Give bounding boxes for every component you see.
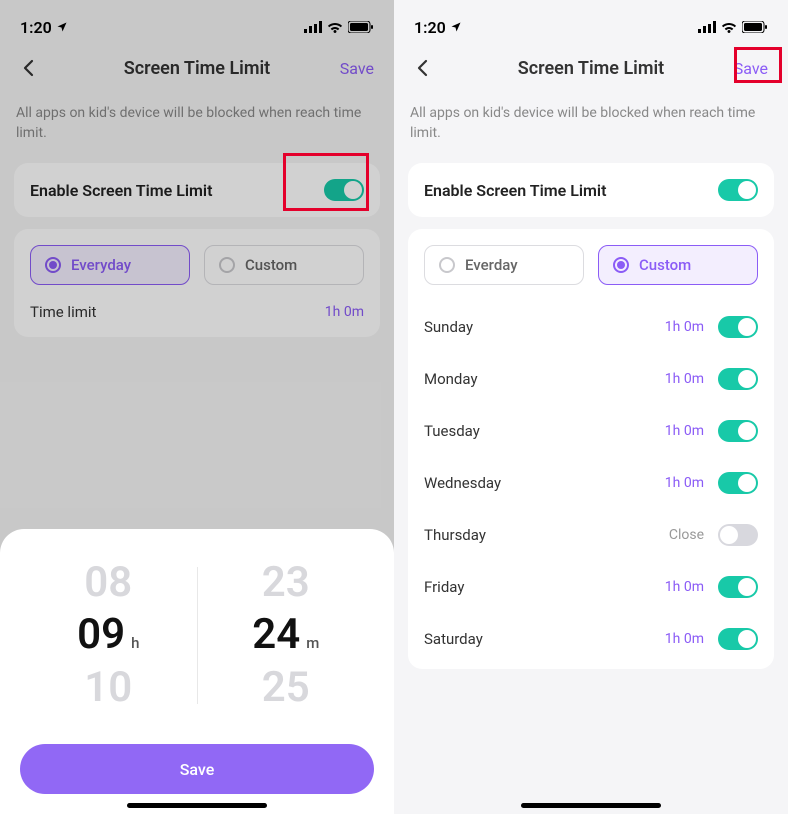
enable-card: Enable Screen Time Limit xyxy=(14,163,380,217)
hour-picker[interactable]: 08 09 h 10 xyxy=(20,557,197,715)
wifi-icon xyxy=(327,18,343,37)
day-toggle[interactable] xyxy=(718,524,758,546)
schedule-card: Everday Custom Sunday1h 0mMonday1h 0mTue… xyxy=(408,229,774,669)
status-bar: 1:20 xyxy=(0,0,394,44)
radio-icon xyxy=(613,257,629,273)
wifi-icon xyxy=(721,18,737,37)
schedule-card: Everyday Custom Time limit 1h 0m xyxy=(14,229,380,337)
hour-unit: h xyxy=(131,634,139,653)
minute-unit: m xyxy=(306,634,319,653)
radio-icon xyxy=(219,257,235,273)
day-name: Sunday xyxy=(424,318,473,336)
day-value: 1h 0m xyxy=(665,319,704,335)
day-toggle[interactable] xyxy=(718,472,758,494)
picker-hour-next: 10 xyxy=(84,662,132,715)
day-value: 1h 0m xyxy=(665,631,704,647)
day-toggle[interactable] xyxy=(718,576,758,598)
day-name: Tuesday xyxy=(424,422,480,440)
nav-bar: Screen Time Limit Save xyxy=(0,44,394,92)
picker-min-current: 24 xyxy=(252,609,300,662)
home-indicator[interactable] xyxy=(127,803,267,808)
back-button[interactable] xyxy=(410,56,434,80)
day-value: 1h 0m xyxy=(665,475,704,491)
save-button[interactable]: Save xyxy=(336,57,378,80)
status-time: 1:20 xyxy=(414,18,446,37)
enable-toggle[interactable] xyxy=(718,179,758,201)
battery-icon xyxy=(742,18,768,37)
tab-label-custom: Custom xyxy=(639,256,691,274)
enable-label: Enable Screen Time Limit xyxy=(30,181,212,200)
day-toggle[interactable] xyxy=(718,316,758,338)
picker-min-next: 25 xyxy=(262,662,310,715)
day-name: Saturday xyxy=(424,630,483,648)
day-toggle[interactable] xyxy=(718,420,758,442)
location-icon xyxy=(56,18,68,37)
tab-label-custom: Custom xyxy=(245,256,297,274)
tab-custom[interactable]: Custom xyxy=(204,245,364,285)
tab-label-everyday: Everday xyxy=(465,256,518,274)
day-value: 1h 0m xyxy=(665,371,704,387)
day-row-monday[interactable]: Monday 1h 0m xyxy=(424,353,758,405)
description-text: All apps on kid's device will be blocked… xyxy=(0,92,394,159)
day-row-thursday[interactable]: Thursday Close xyxy=(424,509,758,561)
signal-icon xyxy=(304,18,322,37)
day-name: Friday xyxy=(424,578,464,596)
day-row-sunday[interactable]: Sunday 1h 0m xyxy=(424,301,758,353)
day-name: Thursday xyxy=(424,526,486,544)
location-icon xyxy=(450,18,462,37)
phone-right: 1:20 Screen Time Limit Save All apps on … xyxy=(394,0,788,814)
day-name: Wednesday xyxy=(424,474,501,492)
status-time: 1:20 xyxy=(20,18,52,37)
picker-hour-current: 09 xyxy=(77,609,125,662)
radio-icon xyxy=(45,257,61,273)
day-row-saturday[interactable]: Saturday 1h 0m xyxy=(424,613,758,665)
time-limit-label: Time limit xyxy=(30,303,96,321)
phone-left: 1:20 Screen Time Limit Save All apps on … xyxy=(0,0,394,814)
tab-everyday[interactable]: Everyday xyxy=(30,245,190,285)
day-row-friday[interactable]: Friday 1h 0m xyxy=(424,561,758,613)
time-limit-value: 1h 0m xyxy=(325,304,364,320)
tab-label-everyday: Everyday xyxy=(71,256,131,274)
signal-icon xyxy=(698,18,716,37)
status-bar: 1:20 xyxy=(394,0,788,44)
time-picker-sheet: 08 09 h 10 23 24 m 25 Save xyxy=(0,529,394,814)
day-value: 1h 0m xyxy=(665,579,704,595)
tab-everyday[interactable]: Everday xyxy=(424,245,584,285)
day-row-wednesday[interactable]: Wednesday 1h 0m xyxy=(424,457,758,509)
day-value: Close xyxy=(669,527,704,543)
day-row-tuesday[interactable]: Tuesday 1h 0m xyxy=(424,405,758,457)
sheet-save-button[interactable]: Save xyxy=(20,744,374,794)
time-limit-row[interactable]: Time limit 1h 0m xyxy=(30,293,364,321)
tab-custom[interactable]: Custom xyxy=(598,245,758,285)
battery-icon xyxy=(348,18,374,37)
minute-picker[interactable]: 23 24 m 25 xyxy=(198,557,375,715)
day-toggle[interactable] xyxy=(718,628,758,650)
save-button[interactable]: Save xyxy=(730,57,772,80)
nav-bar: Screen Time Limit Save xyxy=(394,44,788,92)
picker-min-prev: 23 xyxy=(262,557,310,610)
radio-icon xyxy=(439,257,455,273)
enable-card: Enable Screen Time Limit xyxy=(408,163,774,217)
picker-hour-prev: 08 xyxy=(84,557,132,610)
description-text: All apps on kid's device will be blocked… xyxy=(394,92,788,159)
enable-toggle[interactable] xyxy=(324,179,364,201)
day-name: Monday xyxy=(424,370,478,388)
day-toggle[interactable] xyxy=(718,368,758,390)
back-button[interactable] xyxy=(16,56,40,80)
home-indicator[interactable] xyxy=(521,803,661,808)
day-value: 1h 0m xyxy=(665,423,704,439)
enable-label: Enable Screen Time Limit xyxy=(424,181,606,200)
